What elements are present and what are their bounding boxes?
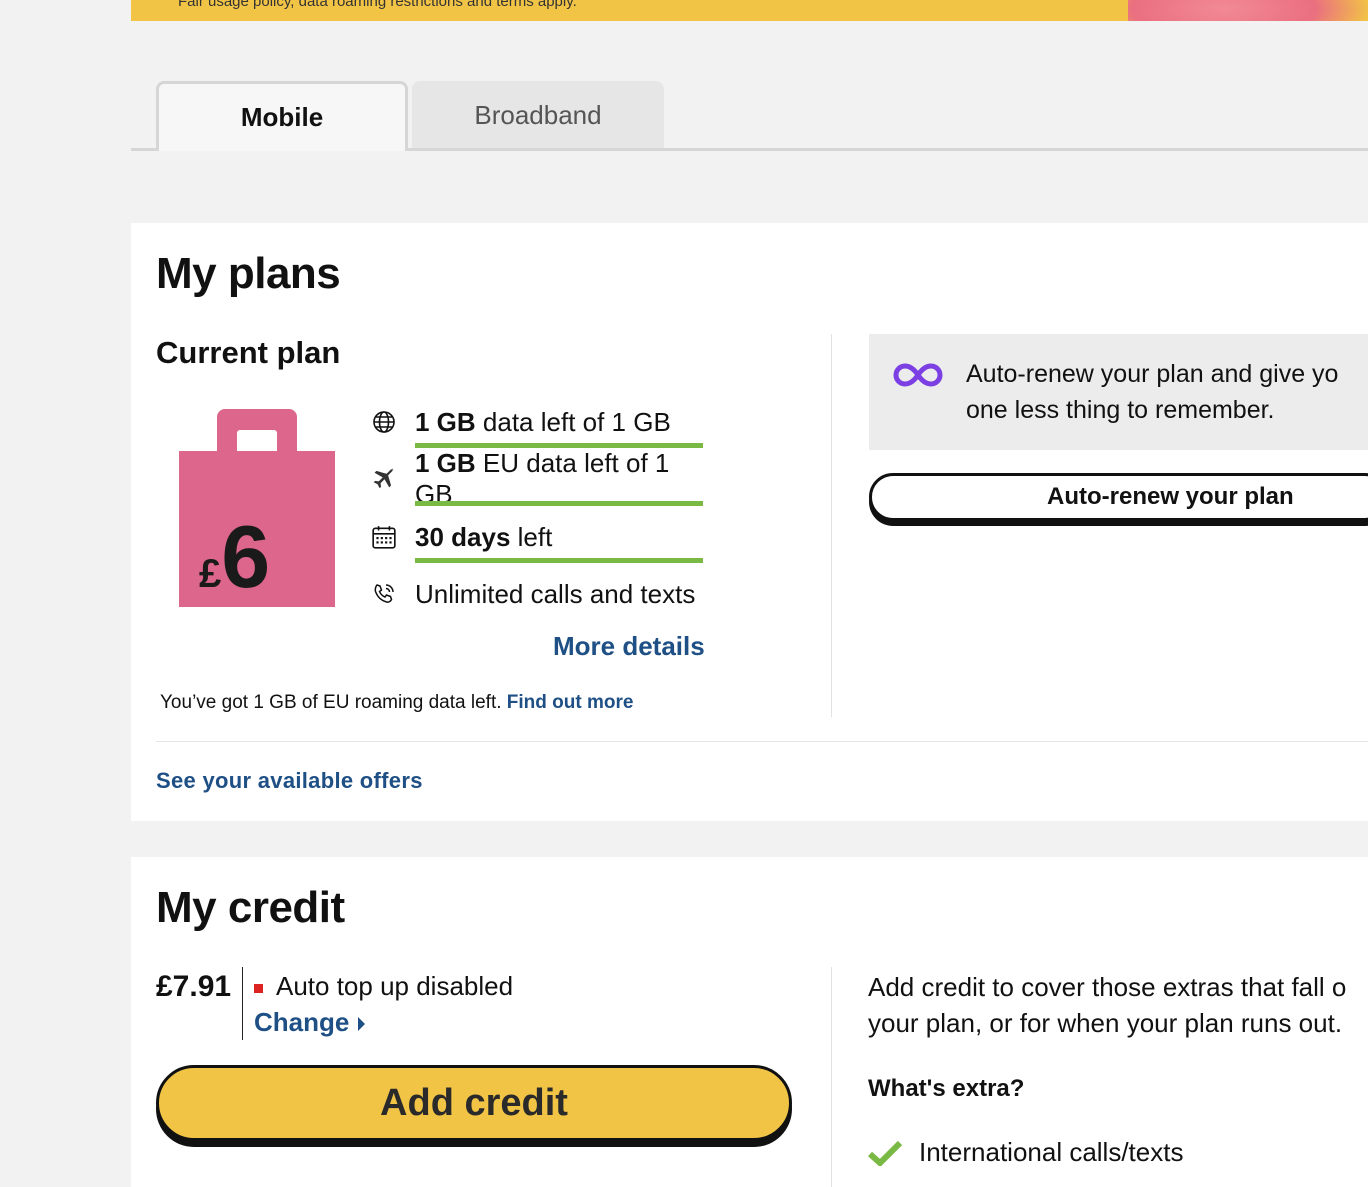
days-progress-bar (415, 558, 703, 563)
phone-icon (371, 581, 397, 607)
caret-right-icon (358, 1016, 366, 1031)
current-plan-heading: Current plan (156, 335, 341, 370)
roaming-note: You’ve got 1 GB of EU roaming data left.… (160, 692, 633, 714)
promo-banner: Fair usage policy, data roaming restrict… (131, 0, 1368, 21)
eu-data-progress-bar (415, 501, 703, 506)
credit-divider-line (242, 967, 243, 1040)
auto-renew-button[interactable]: Auto-renew your plan (869, 473, 1368, 521)
my-plans-title: My plans (156, 249, 341, 298)
calendar-icon (371, 524, 397, 550)
auto-renew-text-line2: one less thing to remember. (966, 396, 1275, 424)
allowance-calls: Unlimited calls and texts (371, 576, 711, 612)
bag-amount: 6 (221, 507, 271, 606)
tab-broadband[interactable]: Broadband (412, 81, 664, 149)
allowance-calls-text: Unlimited calls and texts (415, 578, 696, 609)
globe-icon (371, 409, 397, 435)
tab-mobile[interactable]: Mobile (156, 81, 408, 151)
banner-decoration (1128, 0, 1368, 21)
see-offers-link[interactable]: See your available offers (156, 768, 423, 794)
plan-price-bag: £ 6 (179, 409, 335, 607)
extra-item-label: International calls/texts (919, 1137, 1184, 1167)
allowance-data: 1 GB data left of 1 GB (371, 404, 711, 440)
check-icon (868, 1140, 902, 1166)
credit-balance: £7.91 (156, 970, 232, 1003)
bag-price: £ 6 (199, 513, 270, 601)
auto-renew-text: Auto-renew your plan and give yo one les… (966, 356, 1338, 428)
plans-divider (156, 741, 1368, 742)
auto-renew-text-line1: Auto-renew your plan and give yo (966, 360, 1339, 388)
bag-body: £ 6 (179, 451, 335, 607)
credit-desc-line1: Add credit to cover those extras that fa… (868, 972, 1347, 1002)
find-out-more-link[interactable]: Find out more (507, 692, 634, 713)
plane-icon (371, 466, 397, 492)
tab-broadband-label: Broadband (474, 99, 602, 130)
allowance-eu-data: 1 GB EU data left of 1 GB (371, 448, 711, 509)
infinity-icon (891, 362, 945, 393)
credit-description: Add credit to cover those extras that fa… (868, 969, 1346, 1041)
allowance-days: 30 days left (371, 519, 711, 555)
add-credit-button[interactable]: Add credit (156, 1065, 792, 1141)
change-topup-link[interactable]: Change (254, 1007, 366, 1038)
tab-mobile-label: Mobile (240, 102, 324, 132)
bag-currency: £ (199, 552, 222, 596)
whats-extra-heading: What's extra? (868, 1075, 1025, 1102)
allowance-days-text: 30 days left (415, 521, 553, 552)
auto-renew-info: Auto-renew your plan and give yo one les… (869, 334, 1368, 450)
my-credit-card: My credit £7.91 Auto top up disabled Cha… (131, 857, 1368, 1187)
auto-topup-status: Auto top up disabled (276, 971, 514, 1001)
status-indicator-icon (254, 984, 263, 993)
my-credit-title: My credit (156, 883, 345, 932)
change-link-label: Change (254, 1007, 350, 1037)
credit-column-divider (831, 967, 832, 1187)
allowance-data-text: 1 GB data left of 1 GB (415, 406, 671, 437)
roaming-note-text: You’ve got 1 GB of EU roaming data left. (160, 692, 502, 713)
extra-item: International calls/texts (868, 1137, 1183, 1168)
credit-desc-line2: your plan, or for when your plan runs ou… (868, 1008, 1343, 1038)
my-plans-card: My plans Current plan £ 6 1 GB data left… (131, 223, 1368, 821)
banner-text: Fair usage policy, data roaming restrict… (178, 0, 577, 10)
bag-handle-hole (237, 430, 277, 452)
more-details-link[interactable]: More details (553, 631, 705, 662)
plans-column-divider (831, 334, 832, 717)
